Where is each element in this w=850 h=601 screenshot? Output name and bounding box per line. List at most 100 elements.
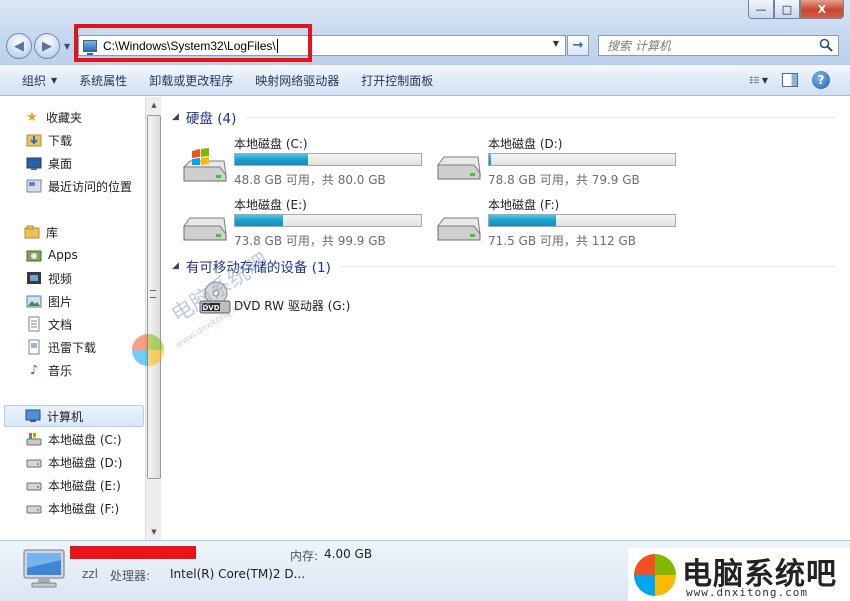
sidebar-item-label: 桌面: [48, 156, 73, 171]
address-dropdown-icon[interactable]: ▼: [553, 39, 559, 48]
drive-usage-fill: [235, 154, 308, 165]
go-button[interactable]: →: [567, 35, 589, 56]
map-network-drive-button[interactable]: 映射网络驱动器: [244, 64, 350, 96]
back-button[interactable]: ◀: [6, 33, 32, 59]
computer-icon: [23, 549, 65, 588]
center-watermark: 电脑系统吧 www.dnxitong.com: [128, 249, 288, 372]
hard-drive-icon: [437, 217, 481, 241]
computer-name: zzl: [82, 567, 98, 581]
sidebar-item-label: 下载: [48, 133, 73, 148]
sidebar-item-label: 本地磁盘 (E:): [48, 478, 121, 493]
drive-name: 本地磁盘 (E:): [234, 198, 307, 212]
hard-drive-icon: [437, 156, 481, 180]
hard-drive-icon: [26, 454, 42, 470]
group-title: 硬盘 (4): [185, 111, 237, 127]
sidebar-item-drive-d[interactable]: 本地磁盘 (D:): [26, 452, 122, 472]
desktop-icon: [26, 155, 42, 171]
downloads-folder-icon: [26, 132, 42, 148]
search-box[interactable]: 搜索 计算机: [598, 35, 839, 56]
hard-disks-group-header[interactable]: ◢ 硬盘 (4): [172, 107, 836, 127]
sidebar-item-downloads[interactable]: 下载: [26, 130, 72, 150]
uninstall-program-button[interactable]: 卸载或更改程序: [138, 64, 244, 96]
sidebar-item-videos[interactable]: 视频: [26, 268, 72, 288]
change-view-button[interactable]: ▼: [750, 72, 768, 88]
sidebar-item-label: 本地磁盘 (D:): [48, 455, 123, 470]
drive-usage-bar: [488, 153, 676, 166]
computer-icon: [25, 408, 41, 424]
system-drive-icon: [26, 431, 42, 447]
redaction-bar: [70, 546, 196, 559]
sidebar-computer[interactable]: 计算机: [4, 405, 144, 427]
recent-pages-dropdown[interactable]: ▼: [64, 42, 70, 51]
collapse-triangle-icon[interactable]: ◢: [172, 112, 179, 122]
navigation-buttons: ◀ ▶ ▼: [6, 33, 70, 59]
drive-name: 本地磁盘 (F:): [488, 198, 560, 212]
sidebar-item-label: 本地磁盘 (F:): [48, 501, 120, 516]
back-arrow-icon: ◀: [14, 38, 24, 54]
toolbar-right-tools: ▼ ?: [750, 71, 830, 89]
drive-usage-fill: [489, 154, 491, 165]
sidebar-item-desktop[interactable]: 桌面: [26, 153, 72, 173]
sidebar-item-label: Apps: [48, 248, 78, 262]
apps-library-icon: [26, 247, 42, 263]
drive-name: 本地磁盘 (D:): [488, 137, 563, 151]
drive-usage-bar: [234, 214, 422, 227]
collapse-triangle-icon[interactable]: ◢: [172, 261, 179, 271]
sidebar-item-drive-c[interactable]: 本地磁盘 (C:): [26, 429, 122, 449]
sidebar-item-label: 最近访问的位置: [48, 179, 133, 194]
sidebar-libraries[interactable]: 库: [24, 222, 58, 242]
close-button[interactable]: X: [800, 0, 844, 19]
memory-label: 内存:: [290, 549, 319, 563]
scroll-up-icon[interactable]: ▲: [146, 97, 162, 113]
hard-drive-icon: [183, 217, 227, 241]
sidebar-item-documents[interactable]: 文档: [26, 314, 72, 334]
recent-places-icon: [26, 178, 42, 194]
system-properties-button[interactable]: 系统属性: [68, 64, 138, 96]
windows-logo-icon: [132, 334, 164, 366]
sidebar-item-recent-places[interactable]: 最近访问的位置: [26, 176, 132, 196]
corner-watermark: 电脑系统吧 www.dnxitong.com: [628, 548, 850, 601]
sidebar-item-drive-f[interactable]: 本地磁盘 (F:): [26, 498, 119, 518]
drive-space-info: 71.5 GB 可用，共 112 GB: [488, 234, 636, 248]
sidebar-libraries-label: 库: [46, 225, 59, 240]
forward-button[interactable]: ▶: [34, 33, 60, 59]
drive-f-tile[interactable]: 本地磁盘 (F:) 71.5 GB 可用，共 112 GB: [434, 196, 684, 248]
sidebar-item-label: 迅雷下载: [48, 340, 97, 355]
sidebar-item-music[interactable]: ♪ 音乐: [26, 360, 72, 380]
group-divider: [246, 116, 836, 118]
music-note-icon: ♪: [29, 362, 39, 378]
help-button[interactable]: ?: [812, 71, 830, 89]
sidebar-item-label: 音乐: [48, 363, 73, 378]
drive-name: 本地磁盘 (C:): [234, 137, 308, 151]
search-placeholder: 搜索 计算机: [607, 39, 671, 53]
drive-c-tile[interactable]: 本地磁盘 (C:) 48.8 GB 可用，共 80.0 GB: [180, 135, 430, 187]
documents-icon: [26, 316, 42, 332]
cpu-label: 处理器:: [110, 569, 151, 583]
sidebar-item-pictures[interactable]: 图片: [26, 291, 72, 311]
search-icon[interactable]: [819, 38, 833, 52]
sidebar-favorites[interactable]: ★ 收藏夹: [24, 107, 82, 127]
forward-arrow-icon: ▶: [42, 38, 52, 54]
minimize-button[interactable]: —: [748, 0, 774, 19]
sidebar-item-thunder-downloads[interactable]: 迅雷下载: [26, 337, 96, 357]
sidebar-item-label: 文档: [48, 317, 73, 332]
scroll-down-icon[interactable]: ▼: [146, 524, 162, 540]
sidebar-item-label: 视频: [48, 271, 73, 286]
drive-e-tile[interactable]: 本地磁盘 (E:) 73.8 GB 可用，共 99.9 GB: [180, 196, 430, 248]
memory-value: 4.00 GB: [324, 547, 373, 561]
drive-space-info: 78.8 GB 可用，共 79.9 GB: [488, 173, 640, 187]
drive-usage-fill: [489, 215, 556, 226]
open-control-panel-button[interactable]: 打开控制面板: [350, 64, 444, 96]
thunder-downloads-icon: [26, 339, 42, 355]
drive-d-tile[interactable]: 本地磁盘 (D:) 78.8 GB 可用，共 79.9 GB: [434, 135, 684, 187]
library-icon: [24, 224, 40, 240]
organize-menu[interactable]: 组织 ▼: [0, 64, 68, 96]
sidebar-item-label: 图片: [48, 294, 73, 309]
sidebar-item-apps[interactable]: Apps: [26, 245, 78, 265]
sidebar-item-drive-e[interactable]: 本地磁盘 (E:): [26, 475, 121, 495]
watermark-url: www.dnxitong.com: [686, 586, 808, 599]
chevron-down-icon: ▼: [51, 75, 58, 85]
maximize-button[interactable]: □: [774, 0, 800, 19]
preview-pane-button[interactable]: [782, 73, 798, 87]
window-controls: — □ X: [748, 0, 844, 19]
